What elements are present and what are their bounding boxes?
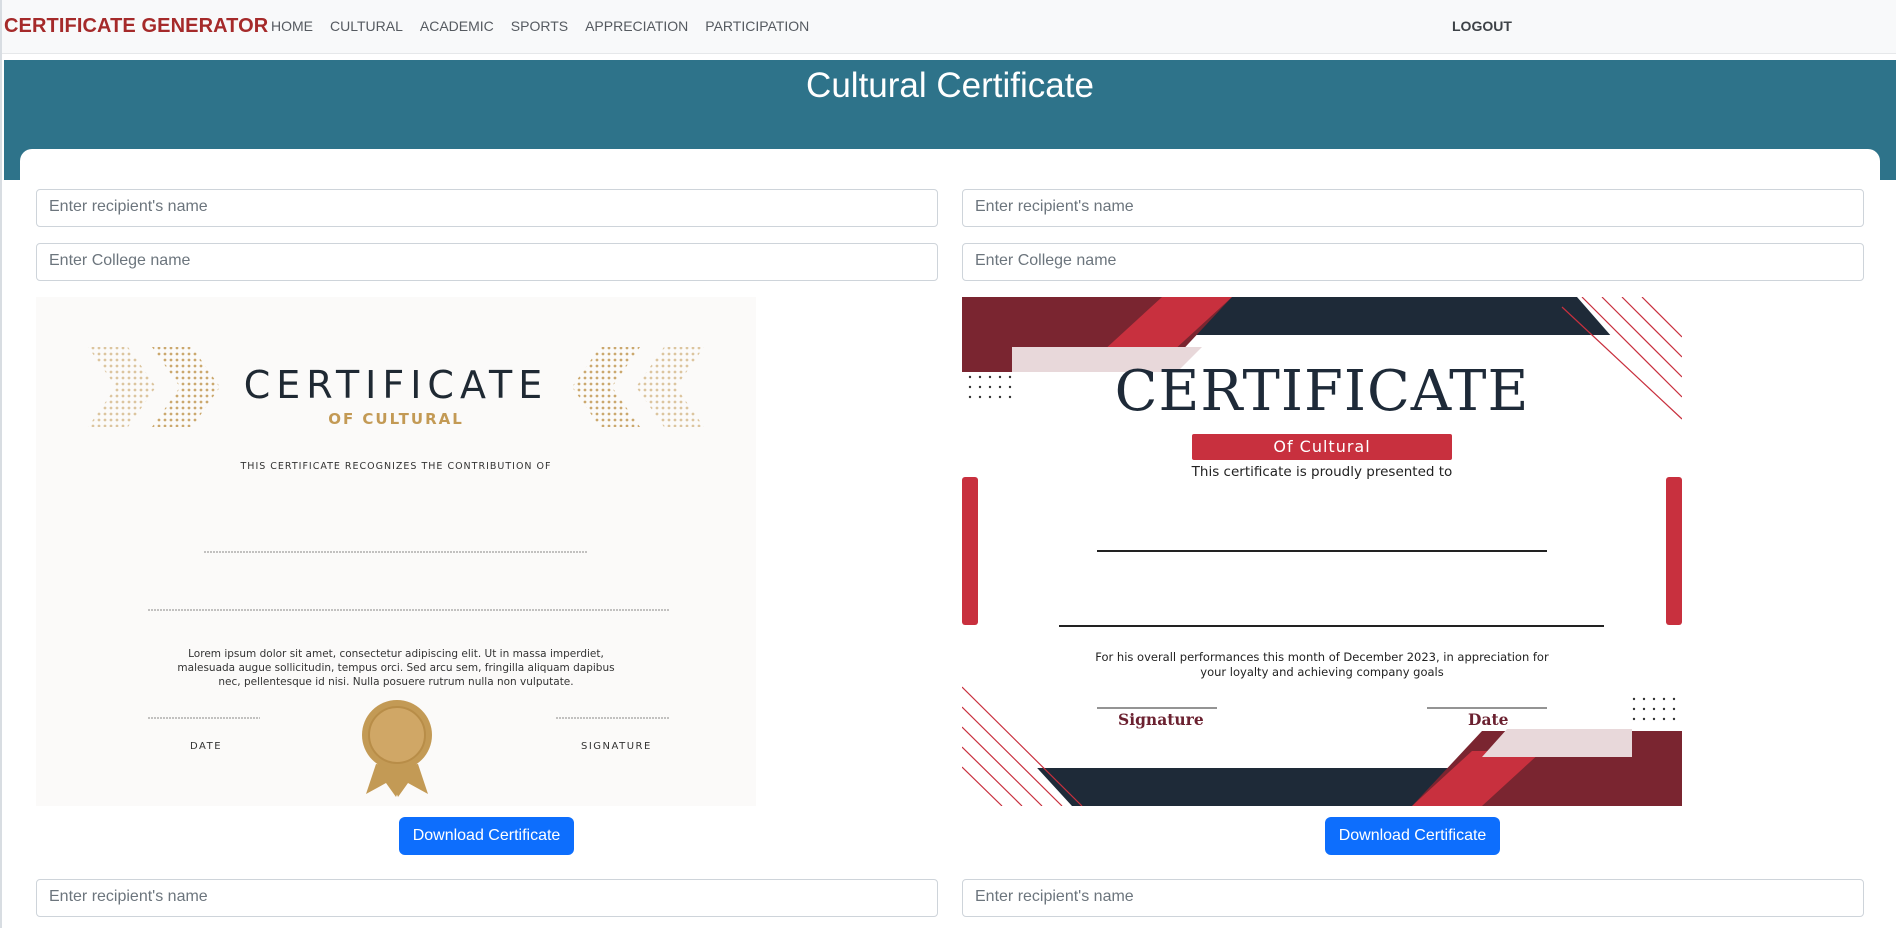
page-title: Cultural Certificate	[806, 66, 1094, 105]
nav-cultural[interactable]: CULTURAL	[330, 18, 403, 34]
certificate-preview-1: CERTIFICATE OF CULTURAL THIS CERTIFICATE…	[36, 297, 756, 806]
recipient-name-input-1[interactable]: Enter recipient's name	[36, 189, 938, 227]
brand-logo[interactable]: CERTIFICATE GENERATOR	[4, 15, 268, 38]
recipient-name-input-2[interactable]: Enter recipient's name	[962, 189, 1864, 227]
cert2-title: CERTIFICATE	[1114, 359, 1530, 424]
cert2-signature-label: Signature	[1118, 710, 1204, 729]
seal-icon	[362, 700, 432, 797]
cert2-subtitle: Of Cultural	[1192, 434, 1452, 460]
logout-link[interactable]: LOGOUT	[1452, 18, 1512, 34]
download-certificate-button-1[interactable]: Download Certificate	[399, 817, 574, 855]
nav-participation[interactable]: PARTICIPATION	[705, 18, 809, 34]
college-name-input-1[interactable]: Enter College name	[36, 243, 938, 281]
cert1-title: CERTIFICATE	[243, 363, 549, 407]
cert1-subtitle: OF CULTURAL	[328, 410, 464, 428]
recipient-name-input-4[interactable]: Enter recipient's name	[962, 879, 1864, 917]
nav-academic[interactable]: ACADEMIC	[420, 18, 494, 34]
cert1-date-label: DATE	[190, 741, 223, 752]
cert1-recognizes-text: THIS CERTIFICATE RECOGNIZES THE CONTRIBU…	[240, 461, 552, 472]
cert2-presented-text: This certificate is proudly presented to	[1191, 464, 1453, 480]
nav-home[interactable]: HOME	[271, 18, 313, 34]
page-frame: CERTIFICATE GENERATOR HOME CULTURAL ACAD…	[0, 0, 1896, 949]
navbar: CERTIFICATE GENERATOR HOME CULTURAL ACAD…	[2, 0, 1896, 54]
nav-appreciation[interactable]: APPRECIATION	[585, 18, 688, 34]
college-name-input-2[interactable]: Enter College name	[962, 243, 1864, 281]
cert2-body-text: For his overall performances this month …	[1095, 650, 1549, 679]
nav-links: HOME CULTURAL ACADEMIC SPORTS APPRECIATI…	[271, 18, 826, 34]
recipient-name-input-3[interactable]: Enter recipient's name	[36, 879, 938, 917]
cert1-body-text: Lorem ipsum dolor sit amet, consectetur …	[177, 648, 615, 688]
cert1-signature-label: SIGNATURE	[581, 741, 652, 752]
certificate-preview-2: CERTIFICATE Of Cultural This certificate…	[962, 297, 1682, 806]
nav-sports[interactable]: SPORTS	[511, 18, 568, 34]
download-certificate-button-2[interactable]: Download Certificate	[1325, 817, 1500, 855]
cert2-date-label: Date	[1468, 710, 1509, 729]
